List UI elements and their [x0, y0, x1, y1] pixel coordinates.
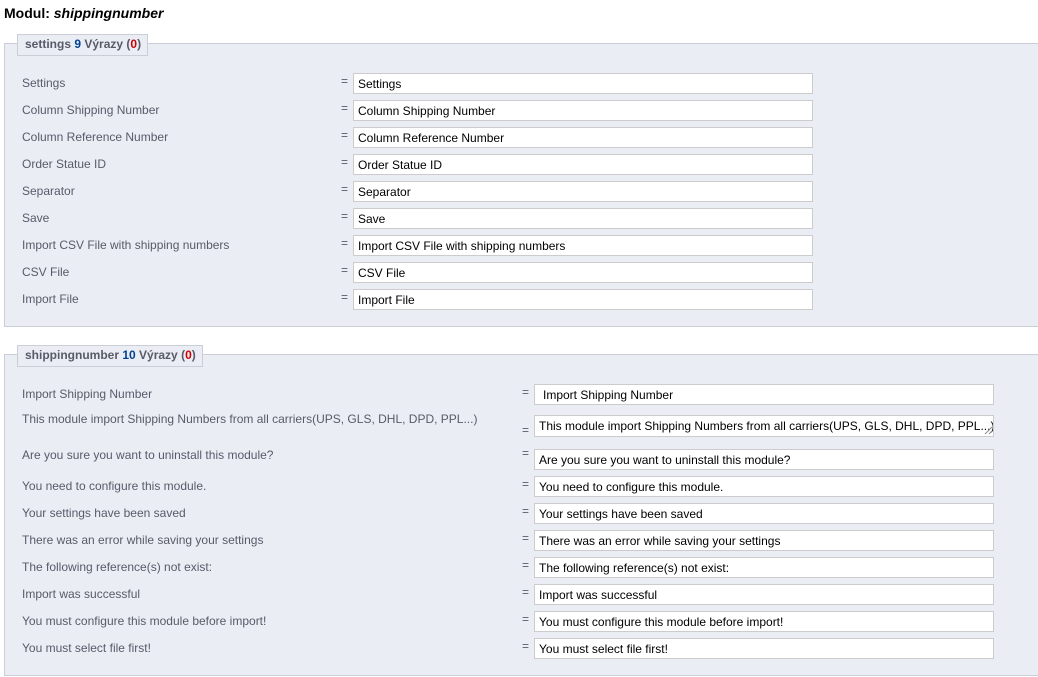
translation-input[interactable] [534, 557, 994, 578]
row-label: Import Shipping Number [22, 387, 153, 401]
row-label: Import was successful [22, 587, 141, 601]
equals-sign: = [522, 477, 530, 491]
translation-input[interactable] [534, 530, 994, 551]
equals-sign: = [341, 101, 349, 115]
row-label: This module import Shipping Numbers from… [22, 412, 478, 426]
equals-sign: = [522, 585, 530, 599]
equals-sign: = [522, 446, 530, 460]
row-label: Import CSV File with shipping numbers [22, 238, 230, 252]
row-label: Column Reference Number [22, 130, 169, 144]
equals-sign: = [341, 290, 349, 304]
equals-sign: = [522, 385, 530, 399]
legend-close: ) [191, 348, 196, 362]
legend-errors: 0 [185, 348, 192, 362]
row-label: You must configure this module before im… [22, 614, 267, 628]
equals-sign: = [522, 423, 530, 437]
translation-input[interactable] [534, 476, 994, 497]
row-label: Order Statue ID [22, 157, 107, 171]
equals-sign: = [341, 209, 349, 223]
row-label: Column Shipping Number [22, 103, 160, 117]
row-label: Settings [22, 76, 66, 90]
page-title-prefix: Modul: [4, 5, 54, 21]
equals-sign: = [341, 236, 349, 250]
row-label: You need to configure this module. [22, 479, 207, 493]
row-label: Import File [22, 292, 79, 306]
module-name: shippingnumber [53, 5, 164, 21]
row-label: CSV File [22, 265, 70, 279]
equals-sign: = [341, 128, 349, 142]
row-label: There was an error while saving your set… [22, 533, 264, 547]
legend-vyrazy: Výrazy ( [135, 348, 186, 362]
equals-sign: = [341, 263, 349, 277]
equals-sign: = [341, 74, 349, 88]
translation-input[interactable] [353, 181, 813, 202]
translation-input[interactable] [353, 154, 813, 175]
legend-vyrazy: Výrazy ( [81, 37, 131, 51]
page-title: Modul: shippingnumber [4, 5, 163, 21]
legend-count: 10 [122, 348, 136, 362]
equals-sign: = [522, 531, 530, 545]
row-label: Save [22, 211, 50, 225]
fieldset-shippingnumber: shippingnumber 10 Výrazy (0) Import Ship… [4, 345, 1038, 676]
legend-name: shippingnumber [25, 348, 119, 362]
legend-close: ) [137, 37, 142, 51]
legend-shippingnumber: shippingnumber 10 Výrazy (0) [17, 345, 203, 367]
equals-sign: = [522, 612, 530, 626]
translation-input[interactable] [534, 584, 994, 605]
row-label: The following reference(s) not exist: [22, 560, 213, 574]
translation-input[interactable] [534, 384, 994, 405]
row-label: Your settings have been saved [22, 506, 186, 520]
translation-input[interactable] [534, 611, 994, 632]
equals-sign: = [522, 504, 530, 518]
translation-input[interactable] [353, 208, 813, 229]
translation-input[interactable] [353, 262, 813, 283]
translation-input[interactable] [353, 289, 813, 310]
row-label: You must select file first! [22, 641, 151, 655]
legend-settings: settings 9 Výrazy (0) [17, 34, 149, 56]
translation-textarea[interactable]: This module import Shipping Numbers from… [534, 415, 994, 437]
equals-sign: = [522, 639, 530, 653]
translation-input[interactable] [534, 638, 994, 659]
translation-input[interactable] [353, 127, 813, 148]
translation-input[interactable] [353, 73, 813, 94]
equals-sign: = [522, 558, 530, 572]
row-label: Separator [22, 184, 75, 198]
fieldset-settings: settings 9 Výrazy (0) Settings = Column … [4, 34, 1038, 327]
row-label: Are you sure you want to uninstall this … [22, 448, 274, 462]
legend-name: settings [25, 37, 72, 51]
translation-input[interactable] [353, 235, 813, 256]
translation-input[interactable] [534, 503, 994, 524]
translation-input[interactable] [534, 449, 994, 470]
equals-sign: = [341, 155, 349, 169]
translation-input[interactable] [353, 100, 813, 121]
equals-sign: = [341, 182, 349, 196]
